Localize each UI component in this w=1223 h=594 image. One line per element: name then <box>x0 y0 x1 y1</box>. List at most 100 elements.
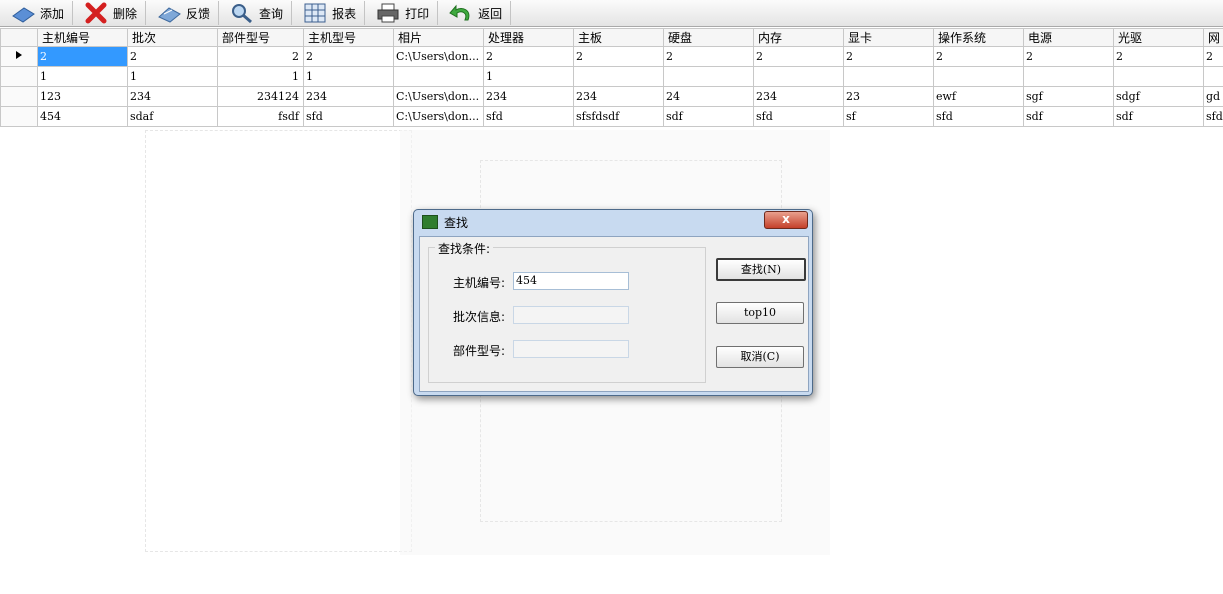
row-selector[interactable] <box>0 66 38 87</box>
query-button[interactable]: 查询 <box>219 1 293 25</box>
table-row[interactable]: 123 234 234124 234 C:\Users\don... 234 234 24 23… <box>0 86 1223 107</box>
table-cell[interactable]: 2 <box>303 46 394 67</box>
column-header[interactable]: 批次 <box>127 28 218 47</box>
table-row[interactable]: 454 sdaf fsdf sfd C:\Users\don... sfd sfsfdsdf… <box>0 106 1223 127</box>
table-cell[interactable] <box>1113 66 1204 87</box>
table-cell[interactable]: sdf <box>1113 106 1204 127</box>
column-header[interactable]: 网 <box>1203 28 1223 47</box>
printer-icon <box>375 2 401 24</box>
delete-button[interactable]: 删除 <box>73 1 147 25</box>
table-cell[interactable]: sgf <box>1023 86 1114 107</box>
table-cell[interactable]: 234 <box>127 86 218 107</box>
column-header[interactable]: 相片 <box>393 28 484 47</box>
table-cell[interactable]: sfd <box>753 106 844 127</box>
table-cell[interactable]: 454 <box>37 106 128 127</box>
column-header[interactable]: 主板 <box>573 28 664 47</box>
table-cell[interactable]: ewf <box>933 86 1024 107</box>
table-cell[interactable]: 1 <box>127 66 218 87</box>
table-cell[interactable]: 2 <box>37 46 128 67</box>
dialog-body: 查找条件: 主机编号: 454 批次信息: 部件型号: 查找(N) top10 … <box>419 236 809 392</box>
table-cell[interactable]: sfd <box>933 106 1024 127</box>
table-cell[interactable]: C:\Users\don... <box>393 86 484 107</box>
find-button[interactable]: 查找(N) <box>716 258 806 281</box>
part-model-input[interactable] <box>513 340 629 358</box>
table-cell[interactable]: 24 <box>663 86 754 107</box>
table-cell[interactable]: 234124 <box>217 86 304 107</box>
host-id-input[interactable]: 454 <box>513 272 629 290</box>
table-cell[interactable]: sfd <box>303 106 394 127</box>
column-header[interactable]: 显卡 <box>843 28 934 47</box>
report-button[interactable]: 报表 <box>292 1 366 25</box>
table-cell[interactable]: 1 <box>303 66 394 87</box>
table-cell[interactable]: sdf <box>1023 106 1114 127</box>
table-cell[interactable]: 234 <box>573 86 664 107</box>
delete-icon <box>83 2 109 24</box>
table-cell[interactable]: sdf <box>663 106 754 127</box>
table-cell[interactable]: C:\Users\don... <box>393 46 484 67</box>
column-header[interactable]: 主机编号 <box>37 28 128 47</box>
row-selector[interactable] <box>0 86 38 107</box>
table-cell[interactable] <box>573 66 664 87</box>
column-header[interactable]: 处理器 <box>483 28 574 47</box>
table-cell[interactable]: sf <box>843 106 934 127</box>
table-cell[interactable]: 2 <box>933 46 1024 67</box>
feedback-button[interactable]: 反馈 <box>146 1 220 25</box>
table-cell[interactable]: 1 <box>37 66 128 87</box>
column-header[interactable]: 硬盘 <box>663 28 754 47</box>
table-cell[interactable]: 1 <box>483 66 574 87</box>
column-header[interactable]: 主机型号 <box>303 28 394 47</box>
batch-input[interactable] <box>513 306 629 324</box>
column-header[interactable]: 内存 <box>753 28 844 47</box>
table-cell[interactable]: sfsfdsdf <box>573 106 664 127</box>
table-cell[interactable]: 23 <box>843 86 934 107</box>
table-cell[interactable]: 234 <box>483 86 574 107</box>
table-cell[interactable]: 123 <box>37 86 128 107</box>
table-cell[interactable]: C:\Users\don... <box>393 106 484 127</box>
table-cell[interactable]: 234 <box>303 86 394 107</box>
table-cell[interactable] <box>1203 66 1223 87</box>
table-cell[interactable]: 2 <box>843 46 934 67</box>
table-cell[interactable] <box>1023 66 1114 87</box>
table-cell[interactable] <box>843 66 934 87</box>
table-cell[interactable]: sfd <box>1203 106 1223 127</box>
table-cell[interactable] <box>933 66 1024 87</box>
column-header[interactable]: 电源 <box>1023 28 1114 47</box>
group-legend: 查找条件: <box>435 240 494 257</box>
add-button[interactable]: 添加 <box>0 1 74 25</box>
table-cell[interactable]: 2 <box>1023 46 1114 67</box>
table-cell[interactable]: 2 <box>663 46 754 67</box>
table-cell[interactable]: gd <box>1203 86 1223 107</box>
dialog-titlebar[interactable]: 查找 x <box>414 210 812 234</box>
grid-header-row: 主机编号 批次 部件型号 主机型号 相片 处理器 主板 硬盘 内存 显卡 操作系统 电源 光驱网 <box>0 28 1223 47</box>
table-row[interactable]: 2 2 2 2 C:\Users\don... 2 2 2 2 2 2 2 2 2 <box>0 46 1223 67</box>
table-cell[interactable]: sfd <box>483 106 574 127</box>
table-cell[interactable]: 2 <box>1113 46 1204 67</box>
print-button[interactable]: 打印 <box>365 1 439 25</box>
row-selector[interactable] <box>0 106 38 127</box>
table-cell[interactable]: 2 <box>1203 46 1223 67</box>
back-button[interactable]: 返回 <box>438 1 512 25</box>
table-cell[interactable]: sdgf <box>1113 86 1204 107</box>
column-header[interactable]: 操作系统 <box>933 28 1024 47</box>
cancel-button[interactable]: 取消(C) <box>716 346 804 368</box>
table-cell[interactable]: 1 <box>217 66 304 87</box>
table-cell[interactable] <box>393 66 484 87</box>
table-cell[interactable]: 2 <box>483 46 574 67</box>
column-header[interactable]: 部件型号 <box>217 28 304 47</box>
batch-label: 批次信息: <box>452 310 505 324</box>
table-row[interactable]: 11111 <box>0 66 1223 87</box>
column-header[interactable]: 光驱 <box>1113 28 1204 47</box>
table-cell[interactable]: 2 <box>753 46 844 67</box>
back-arrow-icon <box>448 2 474 24</box>
table-cell[interactable]: 2 <box>127 46 218 67</box>
table-cell[interactable]: sdaf <box>127 106 218 127</box>
row-selector[interactable] <box>0 46 38 67</box>
table-cell[interactable]: fsdf <box>217 106 304 127</box>
table-cell[interactable]: 2 <box>217 46 304 67</box>
table-cell[interactable] <box>663 66 754 87</box>
close-button[interactable]: x <box>764 211 808 229</box>
table-cell[interactable] <box>753 66 844 87</box>
table-cell[interactable]: 2 <box>573 46 664 67</box>
table-cell[interactable]: 234 <box>753 86 844 107</box>
top10-button[interactable]: top10 <box>716 302 804 324</box>
